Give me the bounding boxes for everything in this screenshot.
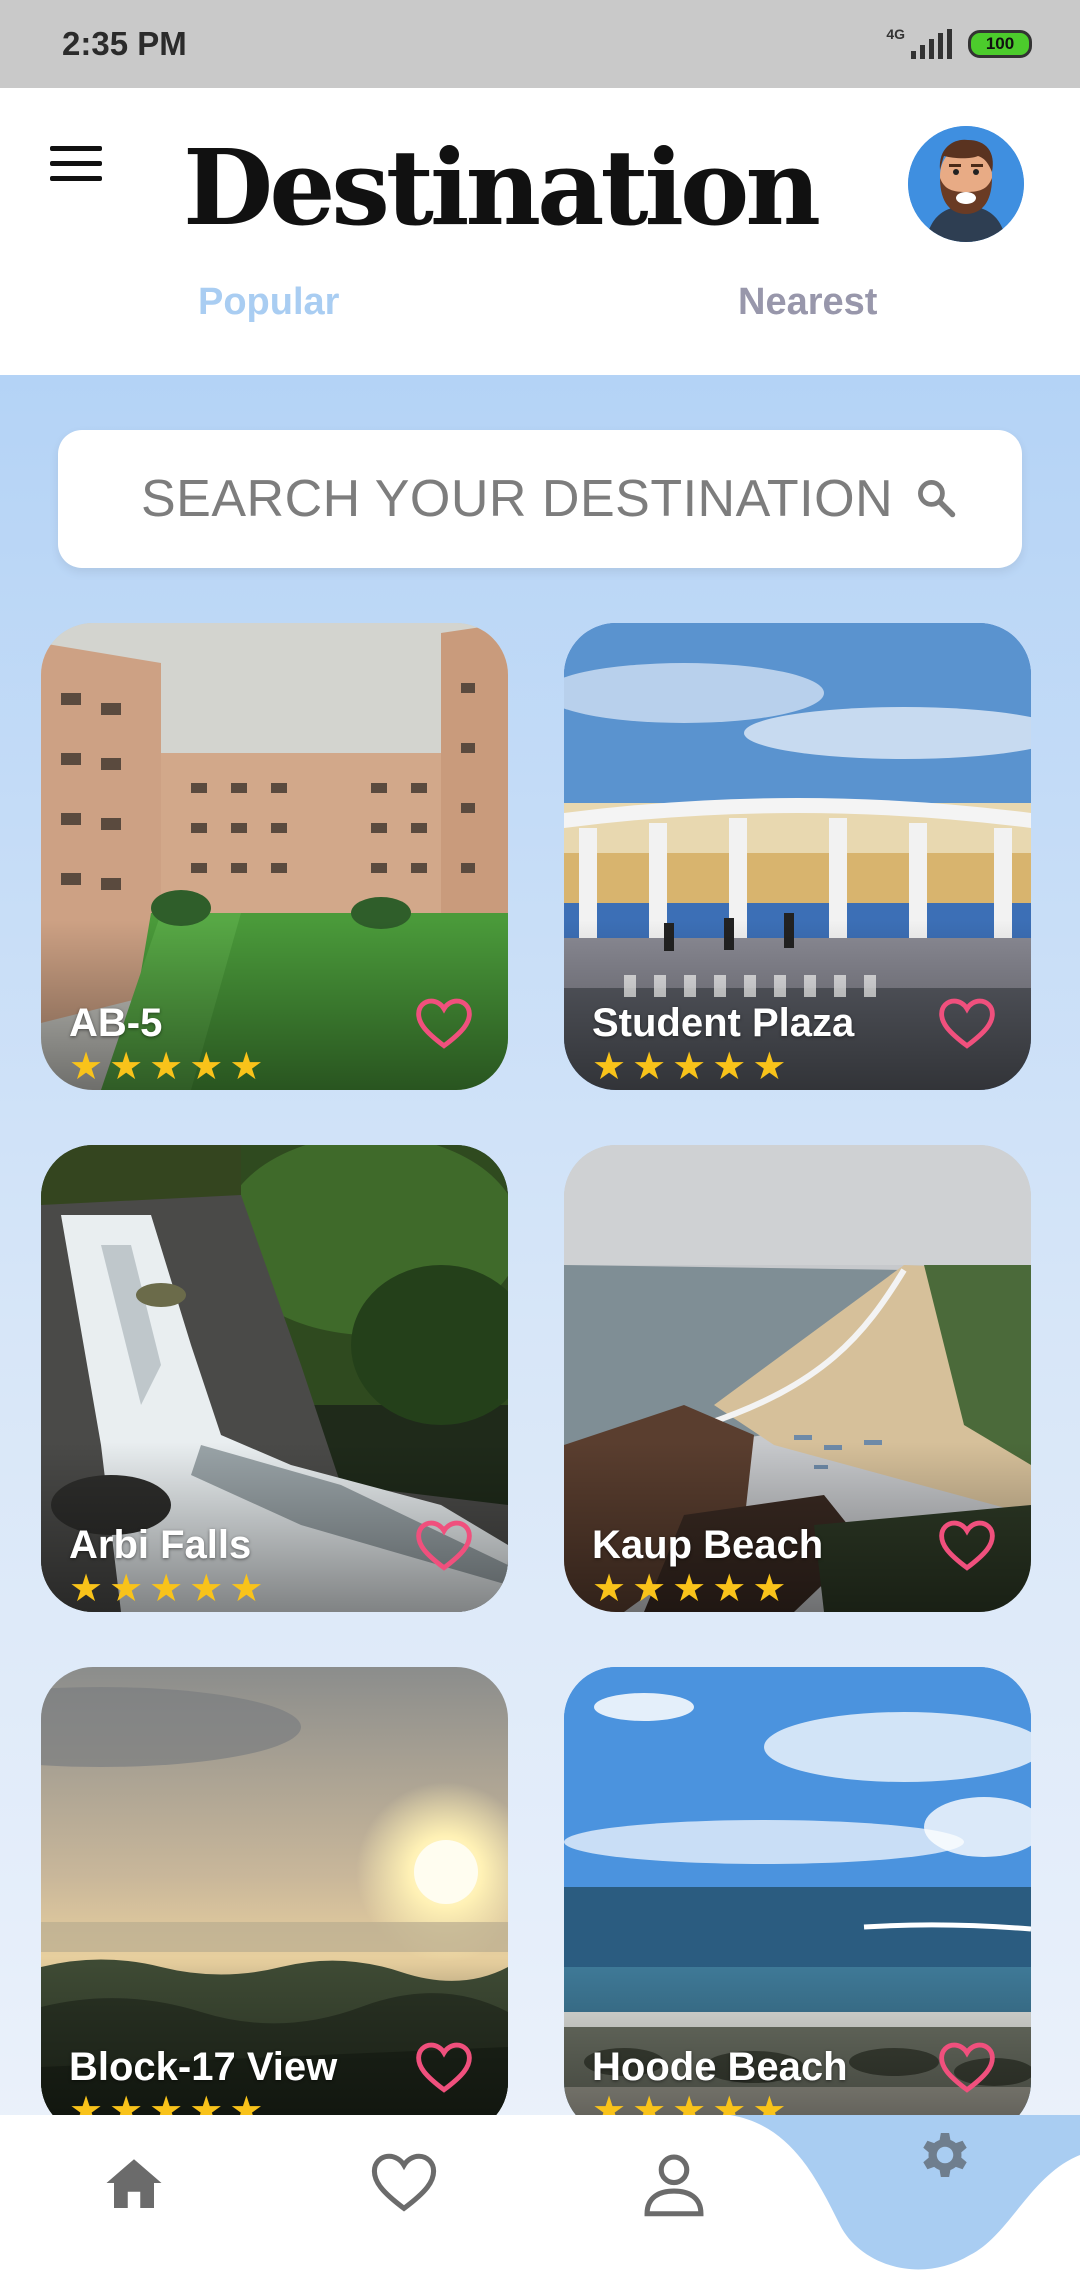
star-icon: ★ xyxy=(149,1046,184,1088)
star-icon: ★ xyxy=(752,1568,787,1610)
tab-popular[interactable]: Popular xyxy=(198,281,339,324)
star-icon: ★ xyxy=(109,1046,144,1088)
star-icon: ★ xyxy=(109,1568,144,1610)
search-icon[interactable] xyxy=(914,476,958,520)
star-icon: ★ xyxy=(712,1046,747,1088)
star-icon: ★ xyxy=(189,1046,224,1088)
destination-card[interactable]: Block-17 View ★ ★ ★ ★ ★ xyxy=(41,1667,508,2134)
destination-card[interactable]: Student Plaza ★ ★ ★ ★ ★ xyxy=(564,623,1031,1090)
status-bar: 2:35 PM 4G 100 xyxy=(0,0,1080,88)
destination-name: Arbi Falls xyxy=(69,1523,252,1567)
star-icon: ★ xyxy=(149,1568,184,1610)
home-icon[interactable] xyxy=(104,2155,164,2211)
star-icon: ★ xyxy=(229,1046,264,1088)
destination-card[interactable]: Kaup Beach ★ ★ ★ ★ ★ xyxy=(564,1145,1031,1612)
destination-name: Kaup Beach xyxy=(592,1523,824,1567)
destination-card[interactable]: AB-5 ★ ★ ★ ★ ★ xyxy=(41,623,508,1090)
destination-card[interactable]: Hoode Beach ★ ★ ★ ★ ★ xyxy=(564,1667,1031,2134)
rating-stars: ★ ★ ★ ★ ★ xyxy=(592,1048,786,1086)
star-icon: ★ xyxy=(672,1568,707,1610)
heart-icon[interactable] xyxy=(415,2041,473,2095)
heart-icon[interactable] xyxy=(370,2152,438,2214)
heart-icon[interactable] xyxy=(938,1519,996,1573)
search-input[interactable]: SEARCH YOUR DESTINATION xyxy=(58,430,1022,568)
heart-icon[interactable] xyxy=(938,2041,996,2095)
star-icon: ★ xyxy=(632,1568,667,1610)
destination-card[interactable]: Arbi Falls ★ ★ ★ ★ ★ xyxy=(41,1145,508,1612)
person-icon[interactable] xyxy=(640,2150,708,2218)
destination-name: Hoode Beach xyxy=(592,2045,848,2089)
battery-level: 100 xyxy=(985,34,1015,53)
rating-stars: ★ ★ ★ ★ ★ xyxy=(69,1570,263,1608)
star-icon: ★ xyxy=(712,1568,747,1610)
star-icon: ★ xyxy=(189,1568,224,1610)
network-type-label: 4G xyxy=(886,26,905,42)
star-icon: ★ xyxy=(69,1568,104,1610)
destination-name: Block-17 View xyxy=(69,2045,338,2089)
star-icon: ★ xyxy=(672,1046,707,1088)
star-icon: ★ xyxy=(592,1568,627,1610)
avatar[interactable] xyxy=(908,126,1024,242)
battery-icon: 100 xyxy=(968,30,1032,58)
search-placeholder: SEARCH YOUR DESTINATION xyxy=(141,470,894,528)
heart-icon[interactable] xyxy=(415,1519,473,1573)
page-title: Destination xyxy=(183,126,821,249)
heart-icon[interactable] xyxy=(415,997,473,1051)
rating-stars: ★ ★ ★ ★ ★ xyxy=(592,1570,786,1608)
star-icon: ★ xyxy=(229,1568,264,1610)
destination-name: AB-5 xyxy=(69,1001,163,1045)
signal-icon xyxy=(911,29,952,59)
status-time: 2:35 PM xyxy=(62,25,187,62)
gear-icon[interactable] xyxy=(914,2124,976,2186)
destination-list[interactable]: SEARCH YOUR DESTINATION AB-5 ★ ★ ★ ★ ★ S… xyxy=(0,375,1080,2280)
heart-icon[interactable] xyxy=(938,997,996,1051)
star-icon: ★ xyxy=(632,1046,667,1088)
app-header: Destination Popular Nearest xyxy=(0,88,1080,375)
avatar-image xyxy=(908,126,1024,242)
tab-nearest[interactable]: Nearest xyxy=(738,281,877,324)
star-icon: ★ xyxy=(752,1046,787,1088)
star-icon: ★ xyxy=(592,1046,627,1088)
rating-stars: ★ ★ ★ ★ ★ xyxy=(69,1048,263,1086)
destination-name: Student Plaza xyxy=(592,1001,855,1045)
star-icon: ★ xyxy=(69,1046,104,1088)
